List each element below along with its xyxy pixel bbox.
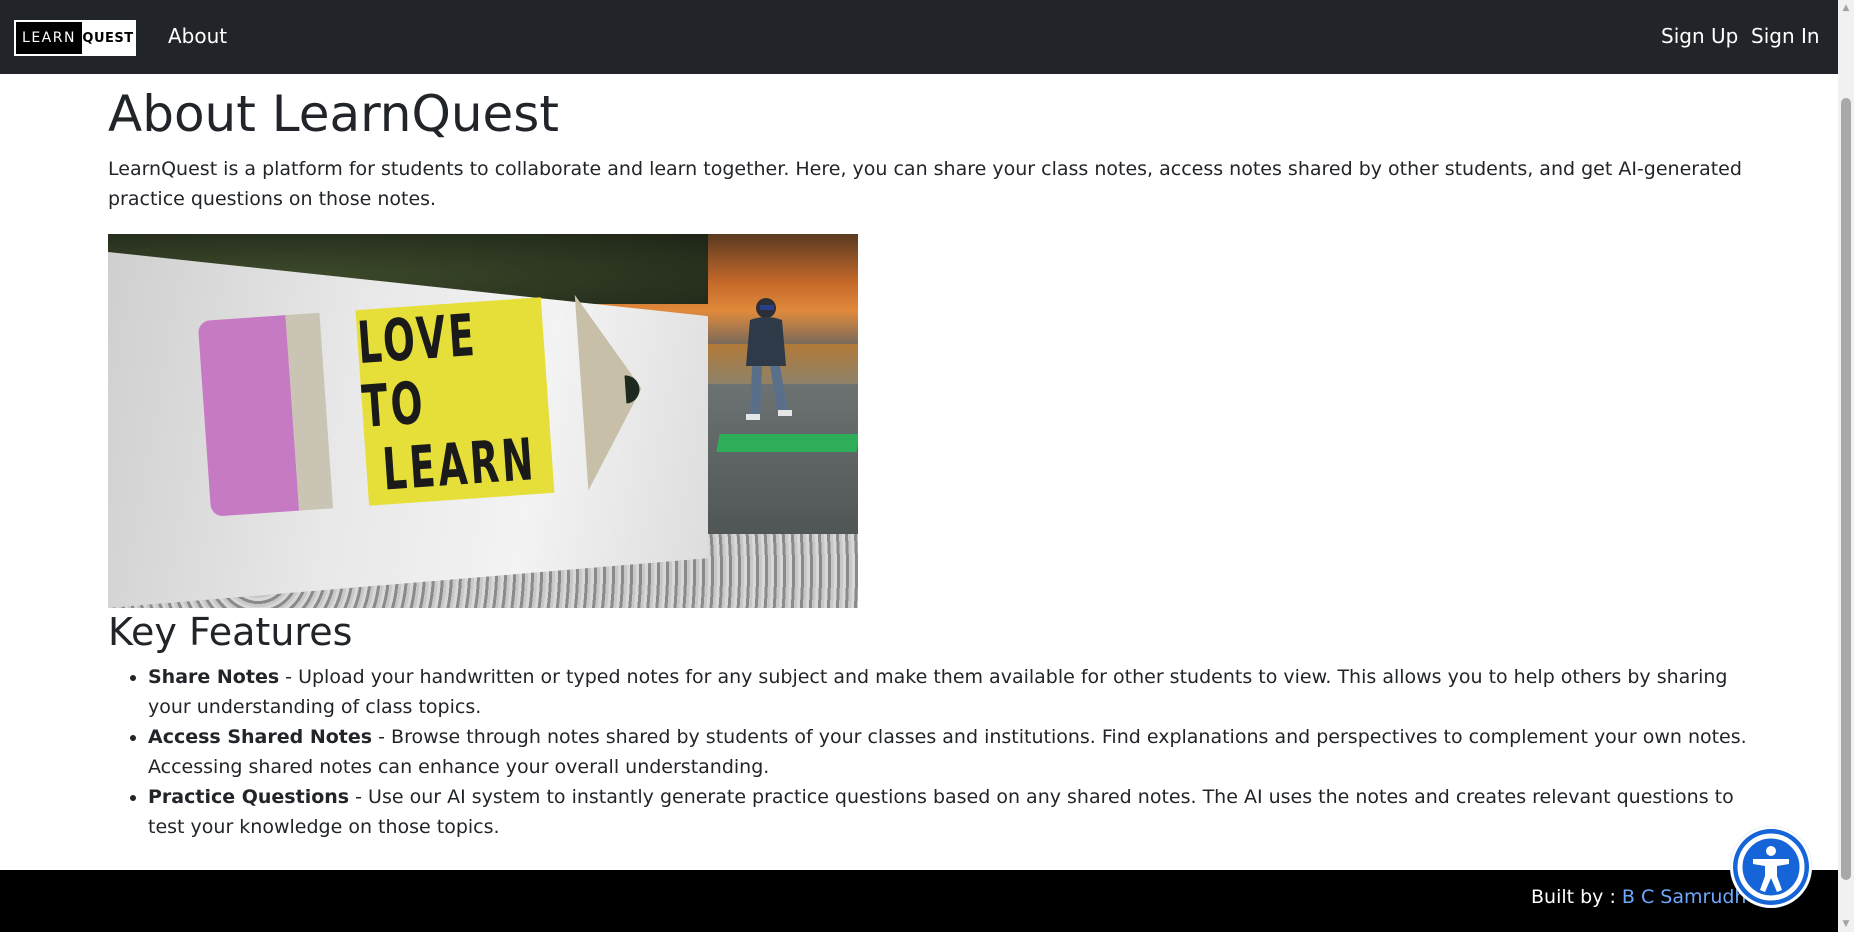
footer-credit: Built by : B C Samrudh	[1531, 886, 1746, 908]
navbar: LEARN QUEST About Sign Up Sign In	[0, 0, 1838, 74]
page-title: About LearnQuest	[108, 85, 559, 143]
main-content: About LearnQuest LearnQuest is a platfor…	[108, 74, 1748, 842]
pencil-sign: LOVE TO LEARN	[197, 290, 649, 517]
scrollbar-thumb[interactable]	[1841, 98, 1851, 880]
footer-built-by-label: Built by :	[1531, 886, 1622, 908]
sign-text-line1: LOVE TO	[355, 301, 480, 441]
hero-curb	[716, 434, 858, 452]
sign-in-link[interactable]: Sign In	[1751, 24, 1820, 48]
logo[interactable]: LEARN QUEST	[14, 20, 136, 56]
nav-about-link[interactable]: About	[168, 24, 227, 48]
love-to-learn-image: LOVE TO LEARN	[108, 234, 858, 608]
pencil-body: LOVE TO LEARN	[355, 297, 555, 506]
list-item: Access Shared Notes - Browse through not…	[148, 722, 1748, 782]
feature-name: Access Shared Notes	[148, 725, 373, 748]
feature-desc: - Upload your handwritten or typed notes…	[148, 665, 1728, 718]
intro-paragraph: LearnQuest is a platform for students to…	[108, 158, 1742, 210]
pencil-eraser	[197, 315, 300, 517]
scroll-down-arrow-icon[interactable]: ▼	[1838, 916, 1854, 932]
feature-desc: - Browse through notes shared by student…	[148, 725, 1747, 778]
feature-desc: - Use our AI system to instantly generat…	[148, 785, 1734, 838]
logo-quest: QUEST	[82, 30, 134, 46]
feature-name: Practice Questions	[148, 785, 350, 808]
list-item: Practice Questions - Use our AI system t…	[148, 782, 1748, 842]
author-link[interactable]: B C Samrudh	[1622, 886, 1747, 908]
logo-learn: LEARN	[16, 22, 82, 54]
scroll-up-arrow-icon[interactable]: ▲	[1838, 0, 1854, 16]
features-list: Share Notes - Upload your handwritten or…	[108, 662, 1748, 842]
feature-name: Share Notes	[148, 665, 280, 688]
key-features-heading: Key Features	[108, 610, 353, 654]
sign-up-link[interactable]: Sign Up	[1661, 24, 1738, 48]
walking-person-figure	[746, 298, 792, 420]
accessibility-icon	[1737, 833, 1805, 901]
list-item: Share Notes - Upload your handwritten or…	[148, 662, 1748, 722]
sign-text-line2: LEARN	[380, 424, 539, 504]
vertical-scrollbar[interactable]: ▲ ▼	[1838, 0, 1854, 932]
accessibility-button[interactable]	[1730, 826, 1812, 908]
